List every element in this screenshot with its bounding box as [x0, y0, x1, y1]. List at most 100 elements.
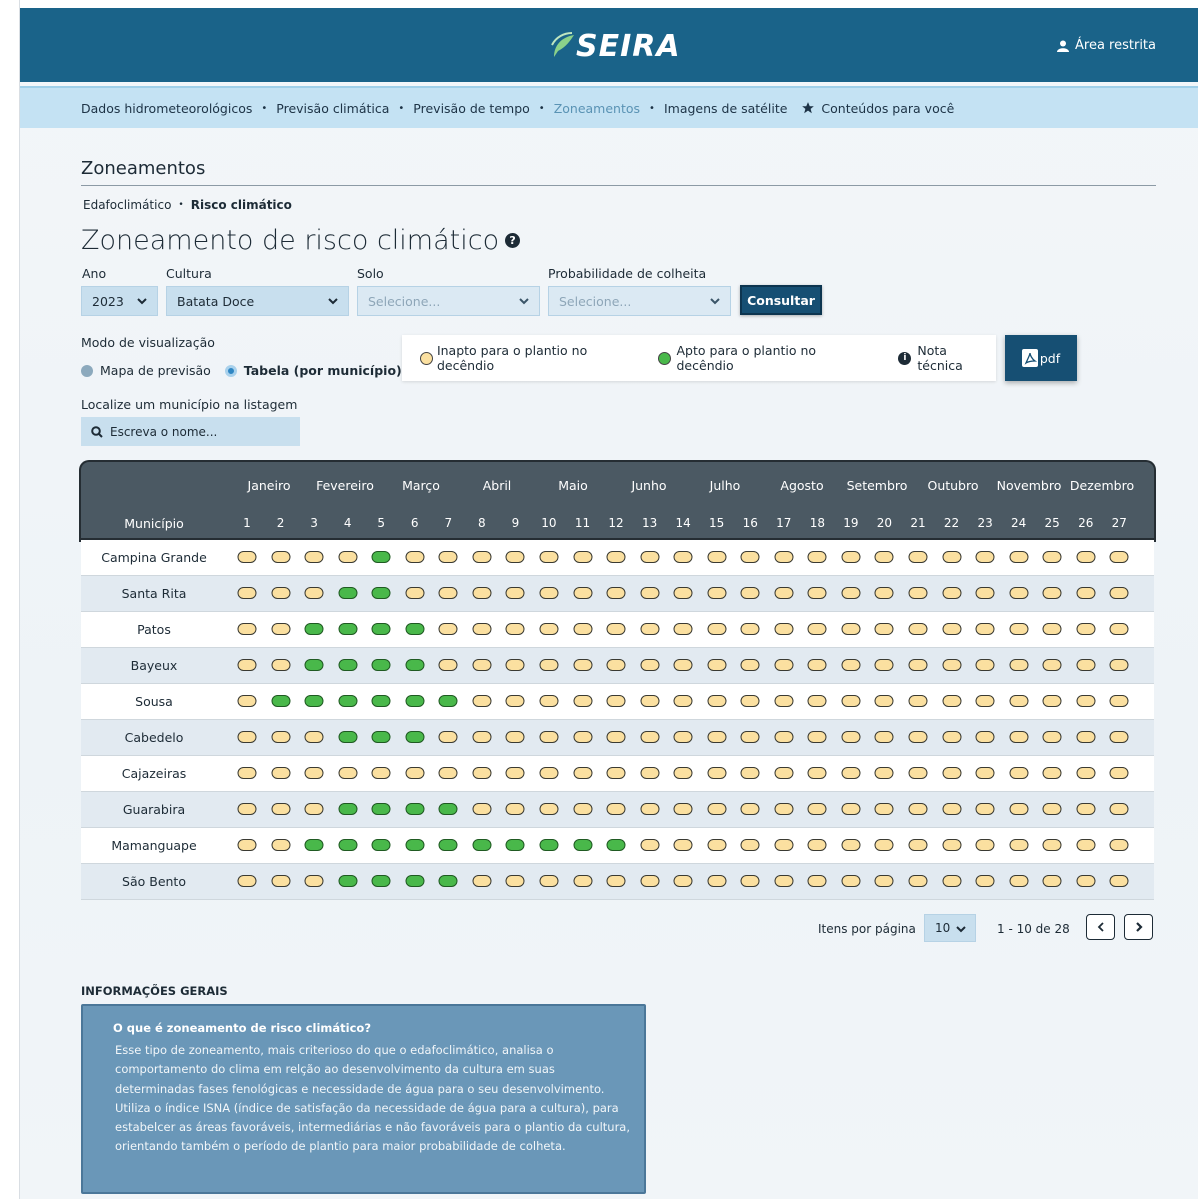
inapto-indicator: [1109, 695, 1129, 707]
inapto-indicator: [942, 695, 962, 707]
nav-item-dados[interactable]: Dados hidrometeorológicos: [81, 101, 252, 116]
inapto-indicator: [841, 695, 861, 707]
inapto-indicator: [1109, 803, 1129, 815]
inapto-indicator: [707, 875, 727, 887]
apto-indicator: [539, 839, 559, 851]
inapto-indicator: [1109, 875, 1129, 887]
seira-logo[interactable]: SEIRA: [550, 22, 681, 70]
decendio-header: 1: [243, 516, 251, 530]
inapto-indicator: [606, 659, 626, 671]
logo-text: SEIRA: [576, 28, 681, 64]
decendio-header: 26: [1078, 516, 1094, 530]
inapto-indicator: [640, 875, 660, 887]
probabilidade-select[interactable]: Selecione...: [548, 286, 731, 316]
inapto-indicator: [673, 587, 693, 599]
inapto-indicator: [908, 659, 928, 671]
inapto-indicator: [1009, 551, 1029, 563]
breadcrumb-edafoclimatico[interactable]: Edafoclimático: [83, 198, 171, 212]
municipio-name: Sousa: [135, 694, 173, 709]
restricted-area-label: Área restrita: [1075, 38, 1156, 53]
apto-indicator: [338, 803, 358, 815]
consultar-button[interactable]: Consultar: [740, 285, 822, 315]
prev-page-button[interactable]: [1086, 914, 1115, 940]
municipio-name: Santa Rita: [121, 586, 187, 601]
nav-item-label: Dados hidrometeorológicos: [81, 100, 253, 116]
month-header: Fevereiro: [316, 478, 374, 493]
inapto-indicator: [405, 767, 425, 779]
next-page-button[interactable]: [1124, 914, 1153, 940]
inapto-indicator: [942, 875, 962, 887]
inapto-indicator: [841, 803, 861, 815]
apto-indicator: [405, 659, 425, 671]
apto-indicator: [271, 695, 291, 707]
inapto-indicator: [740, 659, 760, 671]
inapto-indicator: [1109, 731, 1129, 743]
ano-select[interactable]: 2023: [81, 286, 158, 316]
nav-item-previsao-tempo[interactable]: Previsão de tempo: [413, 101, 530, 116]
radio-table-label[interactable]: Tabela (por município): [244, 363, 402, 378]
table-row: Bayeux: [81, 648, 1154, 684]
apto-indicator: [505, 839, 525, 851]
pdf-download-button[interactable]: pdf: [1005, 335, 1077, 381]
municipio-name: Cajazeiras: [121, 766, 187, 781]
apto-indicator: [438, 695, 458, 707]
page-title-text: Zoneamento de risco climático: [81, 225, 500, 256]
decendio-header: 20: [876, 516, 893, 530]
radio-map[interactable]: [81, 364, 93, 377]
inapto-indicator: [774, 767, 794, 779]
chevron-down-icon: [519, 298, 529, 305]
inapto-indicator: [606, 623, 626, 635]
inapto-indicator: [472, 803, 492, 815]
apto-indicator: [338, 659, 358, 671]
inapto-indicator: [438, 551, 458, 563]
nav-item-conteudos[interactable]: Conteúdos para você: [801, 101, 954, 116]
inapto-indicator: [606, 731, 626, 743]
table-row: Cajazeiras: [81, 756, 1154, 792]
restricted-area-link[interactable]: Área restrita: [1057, 38, 1156, 53]
radio-table[interactable]: [224, 364, 237, 377]
inapto-indicator: [1042, 551, 1062, 563]
inapto-indicator: [908, 587, 928, 599]
help-icon[interactable]: ?: [505, 233, 521, 248]
inapto-indicator: [874, 587, 894, 599]
apto-indicator: [405, 875, 425, 887]
month-header: Dezembro: [1069, 478, 1135, 493]
inapto-indicator: [505, 659, 525, 671]
apto-indicator: [371, 695, 391, 707]
apto-indicator: [338, 695, 358, 707]
inapto-indicator: [1076, 623, 1096, 635]
inapto-indicator: [707, 731, 727, 743]
inapto-indicator: [942, 551, 962, 563]
radio-map-label[interactable]: Mapa de previsão: [100, 363, 211, 378]
decendio-header: 12: [608, 516, 624, 530]
inapto-indicator: [673, 731, 693, 743]
legend: Inapto para o plantio no decêndio Apto p…: [402, 335, 996, 381]
apto-indicator: [304, 623, 324, 635]
inapto-indicator: [1076, 803, 1096, 815]
decendio-header: 21: [910, 516, 926, 530]
nav-item-previsao-climatica[interactable]: Previsão climática: [276, 101, 389, 116]
inapto-indicator: [1109, 551, 1129, 563]
solo-select[interactable]: Selecione...: [357, 286, 540, 316]
municipio-name: Patos: [137, 622, 171, 637]
nav-item-imagens-satelite[interactable]: Imagens de satélite: [664, 101, 787, 116]
items-per-page-select[interactable]: 10: [924, 914, 976, 942]
inapto-indicator: [237, 551, 257, 563]
inapto-indicator: [942, 839, 962, 851]
inapto-indicator: [740, 587, 760, 599]
inapto-indicator: [1042, 695, 1062, 707]
apto-indicator: [371, 731, 391, 743]
table-row: Patos: [81, 612, 1154, 648]
inapto-indicator: [874, 695, 894, 707]
inapto-indicator: [640, 659, 660, 671]
inapto-indicator: [573, 659, 592, 671]
cultura-select[interactable]: Batata Doce: [166, 286, 349, 316]
decendio-header: 2: [276, 516, 285, 530]
inapto-indicator: [237, 731, 257, 743]
inapto-indicator: [338, 767, 358, 779]
apto-indicator: [405, 839, 425, 851]
nav-item-zoneamentos[interactable]: Zoneamentos: [554, 101, 640, 116]
nota-tecnica-link[interactable]: Nota técnica: [917, 343, 996, 373]
search-placeholder: Escreva o nome...: [110, 424, 218, 439]
search-input[interactable]: Escreva o nome...: [81, 417, 300, 446]
